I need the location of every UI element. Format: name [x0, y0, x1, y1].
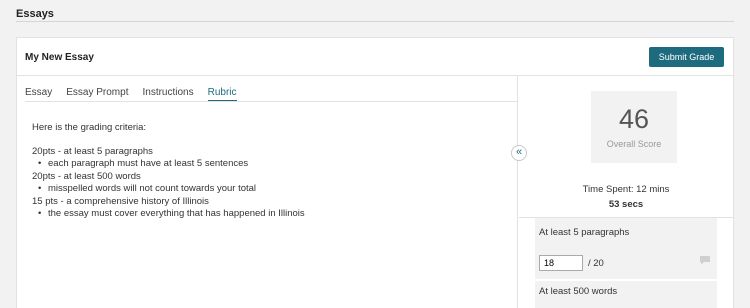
- overall-score-label: Overall Score: [606, 139, 662, 149]
- grading-pane: 46 Overall Score Time Spent: 12 mins 53 …: [519, 76, 733, 308]
- time-spent-line1: Time Spent: 12 mins: [582, 184, 670, 195]
- criterion-heading: 20pts - at least 5 paragraphs: [32, 146, 153, 157]
- criterion-heading: 15 pts - a comprehensive history of Illi…: [32, 196, 209, 207]
- essay-card: My New Essay Submit Grade Essay Essay Pr…: [16, 37, 734, 308]
- essay-title: My New Essay: [25, 52, 94, 63]
- essay-content-pane: Essay Essay Prompt Instructions Rubric H…: [17, 76, 518, 308]
- rubric-criterion: 15 pts - a comprehensive history of Illi…: [32, 196, 502, 220]
- points-input[interactable]: [539, 255, 583, 271]
- points-row: / 20: [539, 253, 711, 273]
- comment-icon[interactable]: [699, 255, 711, 265]
- grading-criterion-title: At least 500 words: [539, 286, 618, 297]
- double-chevron-left-icon: «: [515, 146, 523, 158]
- essays-page: Essays My New Essay Submit Grade Essay E…: [0, 0, 750, 308]
- time-spent: Time Spent: 12 mins 53 secs: [519, 182, 733, 212]
- submit-grade-button[interactable]: Submit Grade: [649, 47, 724, 67]
- criterion-heading: 20pts - at least 500 words: [32, 171, 141, 182]
- rubric-criterion: 20pts - at least 500 words misspelled wo…: [32, 171, 502, 195]
- rubric-criterion: 20pts - at least 5 paragraphs each parag…: [32, 146, 502, 170]
- overall-score-box: 46 Overall Score: [591, 91, 677, 163]
- criterion-note: the essay must cover everything that has…: [32, 208, 502, 220]
- essay-header: My New Essay Submit Grade: [17, 38, 733, 76]
- tab-essay-prompt[interactable]: Essay Prompt: [66, 87, 128, 101]
- tab-divider: [25, 101, 517, 102]
- collapse-panel-button[interactable]: «: [511, 145, 527, 161]
- overall-score-value: 46: [618, 104, 650, 134]
- points-max: / 20: [588, 258, 604, 269]
- tab-essay[interactable]: Essay: [25, 87, 52, 101]
- criterion-separator: [519, 279, 733, 281]
- tab-instructions[interactable]: Instructions: [142, 87, 193, 101]
- rubric-content: Here is the grading criteria: 20pts - at…: [32, 122, 502, 221]
- rubric-intro: Here is the grading criteria:: [32, 122, 147, 133]
- criterion-note: each paragraph must have at least 5 sent…: [32, 158, 502, 170]
- criterion-note: misspelled words will not count towards …: [32, 183, 502, 195]
- page-header: Essays: [16, 0, 734, 22]
- time-spent-line2: 53 secs: [608, 199, 644, 210]
- criterion-grading-list: At least 5 paragraphs / 20 At least 500 …: [519, 218, 733, 308]
- grading-criterion-title: At least 5 paragraphs: [539, 227, 630, 238]
- tab-rubric[interactable]: Rubric: [207, 87, 237, 101]
- page-title: Essays: [16, 8, 54, 20]
